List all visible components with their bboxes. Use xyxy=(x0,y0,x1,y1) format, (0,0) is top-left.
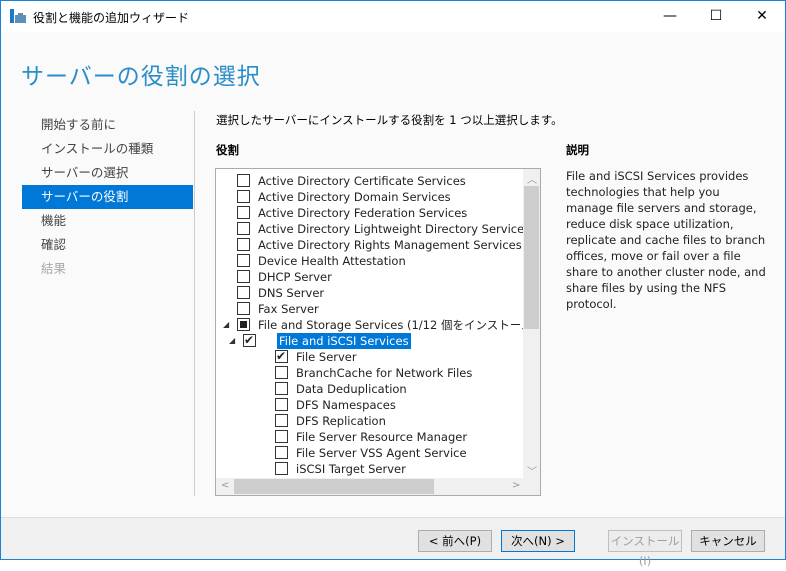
role-item[interactable]: DFS Namespaces xyxy=(216,397,522,413)
scroll-up-icon[interactable]: ︿ xyxy=(527,171,537,186)
horizontal-scroll-thumb[interactable] xyxy=(234,479,434,494)
role-item[interactable]: Fax Server xyxy=(216,301,522,317)
window-title: 役割と機能の追加ウィザード xyxy=(33,11,190,25)
role-item[interactable]: ◢ File and iSCSI Services xyxy=(216,332,522,349)
role-item[interactable]: Active Directory Domain Services xyxy=(216,189,522,205)
role-checkbox[interactable] xyxy=(237,318,250,331)
role-checkbox[interactable] xyxy=(275,414,288,427)
role-checkbox[interactable] xyxy=(237,206,250,219)
page-title: サーバーの役割の選択 xyxy=(21,64,261,90)
role-checkbox[interactable] xyxy=(275,462,288,475)
role-checkbox[interactable] xyxy=(237,270,250,283)
role-checkbox[interactable] xyxy=(237,254,250,267)
role-item[interactable]: Active Directory Lightweight Directory S… xyxy=(216,221,530,237)
role-item[interactable]: BranchCache for Network Files xyxy=(216,365,522,381)
divider xyxy=(194,111,195,496)
nav-before-you-begin[interactable]: 開始する前に xyxy=(22,113,193,137)
scroll-down-icon[interactable]: ﹀ xyxy=(527,463,537,478)
cancel-button[interactable]: キャンセル xyxy=(691,530,765,552)
role-checkbox[interactable] xyxy=(237,286,250,299)
roles-label: 役割 xyxy=(216,143,239,157)
vertical-scroll-thumb[interactable] xyxy=(524,186,539,329)
role-item[interactable]: File Server VSS Agent Service xyxy=(216,445,522,461)
role-checkbox[interactable] xyxy=(237,174,250,187)
role-label: File and Storage Services (1/12 個をインストール… xyxy=(258,318,541,332)
description-text: File and iSCSI Services provides technol… xyxy=(566,169,766,311)
role-label: DFS Replication xyxy=(296,414,386,428)
nav-server-roles[interactable]: サーバーの役割 xyxy=(22,185,193,209)
role-checkbox[interactable] xyxy=(275,430,288,443)
role-checkbox[interactable] xyxy=(275,348,288,364)
role-label: DFS Namespaces xyxy=(296,398,396,412)
next-button[interactable]: 次へ(N) > xyxy=(501,530,575,552)
title-bar: 役割と機能の追加ウィザード — ☐ ✕ xyxy=(1,1,785,32)
role-checkbox[interactable] xyxy=(275,382,288,395)
role-checkbox[interactable] xyxy=(237,302,250,315)
role-item[interactable]: DHCP Server xyxy=(216,269,522,285)
nav-server-selection[interactable]: サーバーの選択 xyxy=(22,161,193,185)
expand-arrow-icon[interactable]: ◢ xyxy=(223,317,229,333)
role-label: DNS Server xyxy=(258,286,325,300)
horizontal-scrollbar[interactable]: < > xyxy=(216,478,540,495)
role-item[interactable]: ◢ File and Storage Services (1/12 個をインストー… xyxy=(216,317,540,333)
close-button[interactable]: ✕ xyxy=(739,1,785,32)
wizard-nav: 開始する前に インストールの種類 サーバーの選択 サーバーの役割 機能 確認 結… xyxy=(22,113,193,281)
role-label: File and iSCSI Services xyxy=(277,333,411,349)
role-item[interactable]: Data Deduplication xyxy=(216,381,522,397)
role-label: iSCSI Target Server xyxy=(296,462,406,476)
role-label: Active Directory Federation Services xyxy=(258,206,468,220)
maximize-button[interactable]: ☐ xyxy=(693,1,739,32)
role-item[interactable]: DFS Replication xyxy=(216,413,522,429)
footer: < 前へ(P) 次へ(N) > インストール(I) キャンセル xyxy=(1,517,785,568)
role-item[interactable]: iSCSI Target Server xyxy=(216,461,522,477)
roles-tree[interactable]: iSCSI Target Server File Server VSS Agent… xyxy=(215,168,541,496)
role-label: Active Directory Rights Management Servi… xyxy=(258,238,522,252)
wizard-window: 役割と機能の追加ウィザード — ☐ ✕ サーバーの役割の選択 開始する前に イン… xyxy=(0,0,786,568)
role-checkbox[interactable] xyxy=(275,446,288,459)
scroll-right-icon[interactable]: > xyxy=(512,480,520,491)
expand-arrow-icon[interactable]: ◢ xyxy=(229,333,235,349)
nav-confirmation[interactable]: 確認 xyxy=(22,233,193,257)
server-manager-icon xyxy=(10,9,26,23)
role-checkbox[interactable] xyxy=(275,398,288,411)
role-label: File Server Resource Manager xyxy=(296,430,468,444)
role-item[interactable]: File Server xyxy=(216,348,522,365)
description-label: 説明 xyxy=(566,143,589,157)
role-label: Device Health Attestation xyxy=(258,254,406,268)
role-item[interactable]: Active Directory Rights Management Servi… xyxy=(216,237,522,253)
role-checkbox[interactable] xyxy=(237,190,250,203)
previous-button[interactable]: < 前へ(P) xyxy=(418,530,492,552)
role-checkbox[interactable] xyxy=(237,238,250,251)
nav-features[interactable]: 機能 xyxy=(22,209,193,233)
role-label: Active Directory Lightweight Directory S… xyxy=(258,222,531,236)
role-item[interactable]: Active Directory Federation Services xyxy=(216,205,522,221)
instruction-text: 選択したサーバーにインストールする役割を 1 つ以上選択します。 xyxy=(216,113,563,127)
nav-installation-type[interactable]: インストールの種類 xyxy=(22,137,193,161)
role-item[interactable]: File Server Resource Manager xyxy=(216,429,522,445)
role-label: Fax Server xyxy=(258,302,319,316)
role-label: File Server xyxy=(296,350,357,364)
role-checkbox[interactable] xyxy=(237,222,250,235)
nav-results: 結果 xyxy=(41,261,67,276)
role-item[interactable]: Device Health Attestation xyxy=(216,253,522,269)
minimize-button[interactable]: — xyxy=(647,1,693,32)
role-item[interactable]: Active Directory Certificate Services xyxy=(216,173,522,189)
vertical-scrollbar[interactable]: ︿ ﹀ xyxy=(523,169,540,479)
role-checkbox[interactable] xyxy=(243,332,256,348)
role-label: DHCP Server xyxy=(258,270,332,284)
scroll-left-icon[interactable]: < xyxy=(221,480,229,491)
role-label: Data Deduplication xyxy=(296,382,407,396)
role-label: File Server VSS Agent Service xyxy=(296,446,467,460)
role-label: Active Directory Certificate Services xyxy=(258,174,466,188)
role-item[interactable]: DNS Server xyxy=(216,285,522,301)
role-checkbox[interactable] xyxy=(275,366,288,379)
role-label: BranchCache for Network Files xyxy=(296,366,473,380)
role-label: Active Directory Domain Services xyxy=(258,190,451,204)
install-button: インストール(I) xyxy=(608,530,682,568)
